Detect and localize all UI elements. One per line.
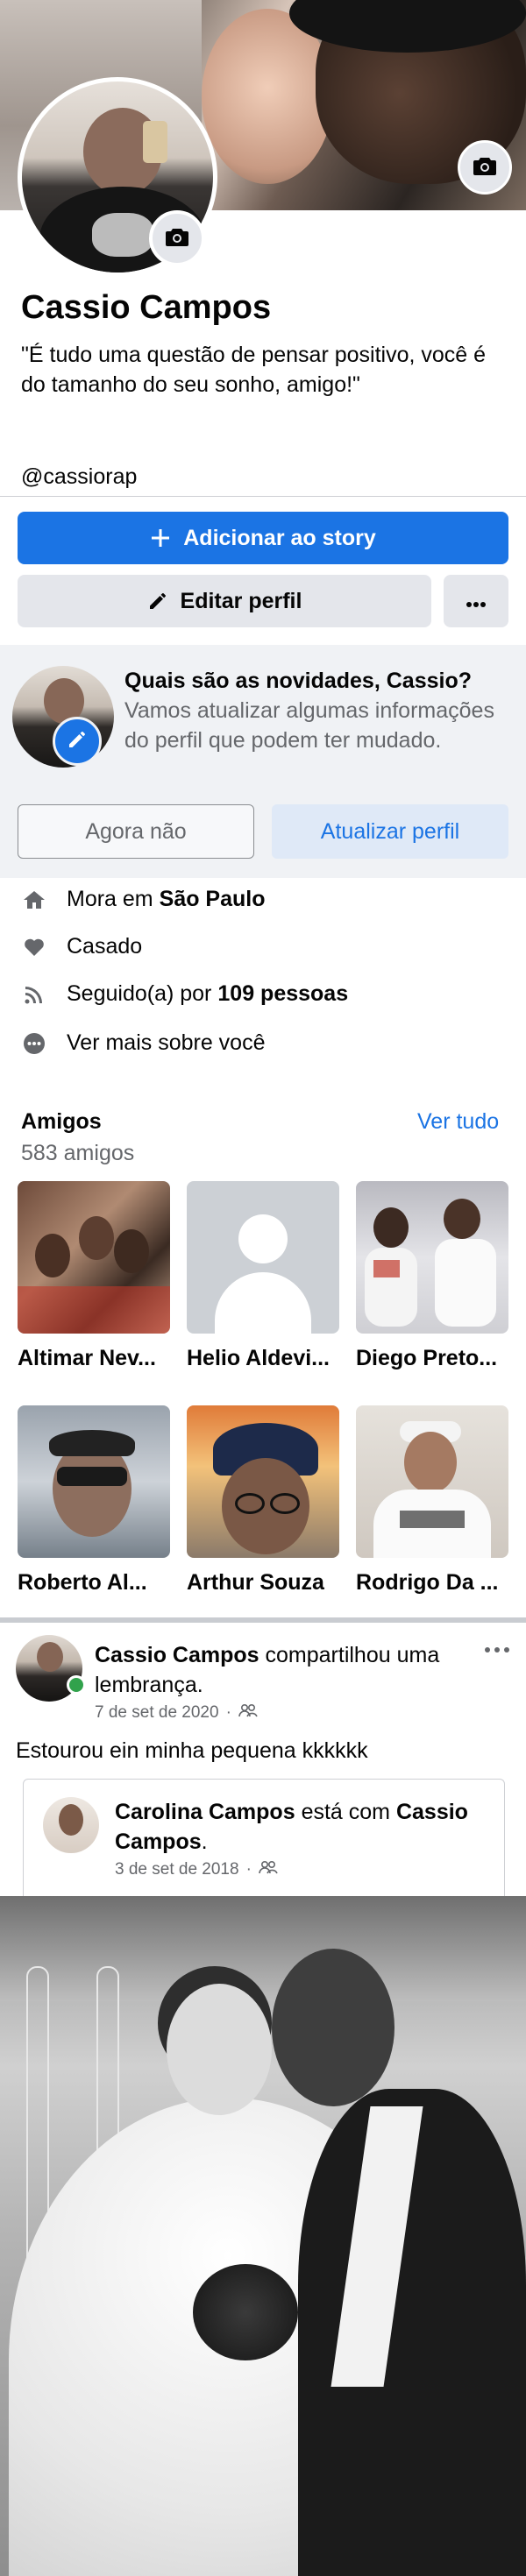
shared-author[interactable]: Carolina Campos xyxy=(115,1800,295,1824)
friend-name: Arthur Souza xyxy=(187,1570,324,1595)
divider xyxy=(0,496,526,497)
photo-bride xyxy=(167,1984,272,2115)
friends-title: Amigos xyxy=(21,1109,102,1134)
post-options-button[interactable] xyxy=(484,1642,510,1658)
friend-card[interactable]: Rodrigo Da ... xyxy=(356,1405,508,1596)
shared-header: Carolina Campos está com Cassio Campos. xyxy=(115,1797,492,1857)
add-story-button[interactable]: Adicionar ao story xyxy=(18,512,508,564)
friend-name: Roberto Al... xyxy=(18,1570,147,1595)
friend-name: Helio Aldevi... xyxy=(187,1346,331,1370)
friend-name: Altimar Nev... xyxy=(18,1346,156,1370)
detail-relationship: Casado xyxy=(21,934,142,959)
photo-curtain xyxy=(0,1896,526,2001)
shared-photo[interactable] xyxy=(0,1896,526,2576)
detail-see-more[interactable]: Ver mais sobre você xyxy=(21,1030,266,1056)
friend-photo xyxy=(356,1181,508,1334)
lives-prefix: Mora em xyxy=(67,887,153,911)
more-circle-icon xyxy=(21,1032,47,1055)
photo-groom xyxy=(272,1949,394,2106)
update-card-pencil-badge xyxy=(53,717,102,766)
friend-photo-placeholder xyxy=(187,1181,339,1334)
more-horizontal-icon xyxy=(484,1642,510,1657)
see-all-friends-link[interactable]: Ver tudo xyxy=(417,1109,499,1135)
camera-icon xyxy=(473,156,496,180)
lives-city[interactable]: São Paulo xyxy=(160,887,266,912)
friend-name: Rodrigo Da ... xyxy=(356,1570,499,1595)
friend-name: Diego Preto... xyxy=(356,1346,498,1370)
friend-card[interactable]: Helio Aldevi... xyxy=(187,1181,339,1371)
not-now-button[interactable]: Agora não xyxy=(18,804,254,859)
see-more-about-you: Ver mais sobre você xyxy=(67,1030,266,1055)
more-horizontal-icon xyxy=(466,589,487,614)
cover-camera-button[interactable] xyxy=(458,140,512,195)
post-header: Cassio Campos compartilhou uma lembrança… xyxy=(95,1640,463,1700)
post-date[interactable]: 7 de set de 2020 xyxy=(95,1703,219,1723)
post-meta: 7 de set de 2020 · xyxy=(95,1703,258,1723)
detail-lives-in: Mora em São Paulo xyxy=(21,887,266,912)
detail-followers[interactable]: Seguido(a) por 109 pessoas xyxy=(21,981,348,1007)
followers-prefix: Seguido(a) por xyxy=(67,981,212,1006)
more-options-button[interactable] xyxy=(444,575,508,627)
followers-count: 109 pessoas xyxy=(217,981,349,1006)
edit-profile-label: Editar perfil xyxy=(180,588,302,613)
photo-bouquet xyxy=(193,2264,298,2360)
camera-icon xyxy=(166,227,188,251)
edit-profile-button[interactable]: Editar perfil xyxy=(18,575,431,627)
update-card-title: Quais são as novidades, Cassio? xyxy=(124,669,472,693)
friend-card[interactable]: Arthur Souza xyxy=(187,1405,339,1596)
profile-update-card: Quais são as novidades, Cassio? Vamos at… xyxy=(0,645,526,878)
friends-count: 583 amigos xyxy=(21,1141,135,1165)
friend-card[interactable]: Roberto Al... xyxy=(18,1405,170,1596)
home-icon xyxy=(21,889,47,910)
add-story-label: Adicionar ao story xyxy=(183,525,376,550)
profile-name: Cassio Campos xyxy=(21,289,272,326)
avatar-head xyxy=(37,1642,63,1672)
shared-author-avatar[interactable] xyxy=(43,1797,99,1853)
profile-bio: "É tudo uma questão de pensar positivo, … xyxy=(21,343,487,397)
shared-date[interactable]: 3 de set de 2018 xyxy=(115,1860,239,1879)
friends-icon xyxy=(259,1860,278,1879)
heart-icon xyxy=(21,938,47,957)
avatar-head xyxy=(59,1804,83,1836)
friend-photo xyxy=(187,1405,339,1558)
relationship-status: Casado xyxy=(67,934,143,959)
meta-dot: · xyxy=(245,1860,252,1879)
update-profile-button[interactable]: Atualizar perfil xyxy=(272,804,508,859)
post-text: Estourou ein minha pequena kkkkkk xyxy=(16,1738,368,1763)
friend-photo xyxy=(18,1405,170,1558)
friends-icon xyxy=(238,1703,258,1723)
online-status-dot xyxy=(67,1675,86,1695)
avatar-phone xyxy=(143,121,167,163)
friend-card[interactable]: Altimar Nev... xyxy=(18,1181,170,1371)
friend-photo xyxy=(18,1181,170,1334)
shared-period: . xyxy=(201,1829,208,1854)
friend-photo xyxy=(356,1405,508,1558)
update-card-text: Vamos atualizar algumas informações do p… xyxy=(124,698,494,753)
meta-dot: · xyxy=(225,1703,231,1722)
post-author[interactable]: Cassio Campos xyxy=(95,1643,259,1667)
rss-icon xyxy=(21,984,47,1005)
shared-meta: 3 de set de 2018 · xyxy=(115,1860,278,1879)
section-separator xyxy=(0,1617,526,1623)
avatar-shirt-print xyxy=(92,213,153,257)
friend-card[interactable]: Diego Preto... xyxy=(356,1181,508,1371)
shared-memory-card[interactable]: Carolina Campos está com Cassio Campos. … xyxy=(23,1779,505,1896)
avatar-camera-button[interactable] xyxy=(149,210,205,266)
profile-handle: @cassiorap xyxy=(21,464,138,489)
shared-with: está com xyxy=(301,1800,390,1824)
pencil-icon xyxy=(147,591,168,612)
pencil-icon xyxy=(67,729,88,754)
plus-icon xyxy=(150,527,171,548)
